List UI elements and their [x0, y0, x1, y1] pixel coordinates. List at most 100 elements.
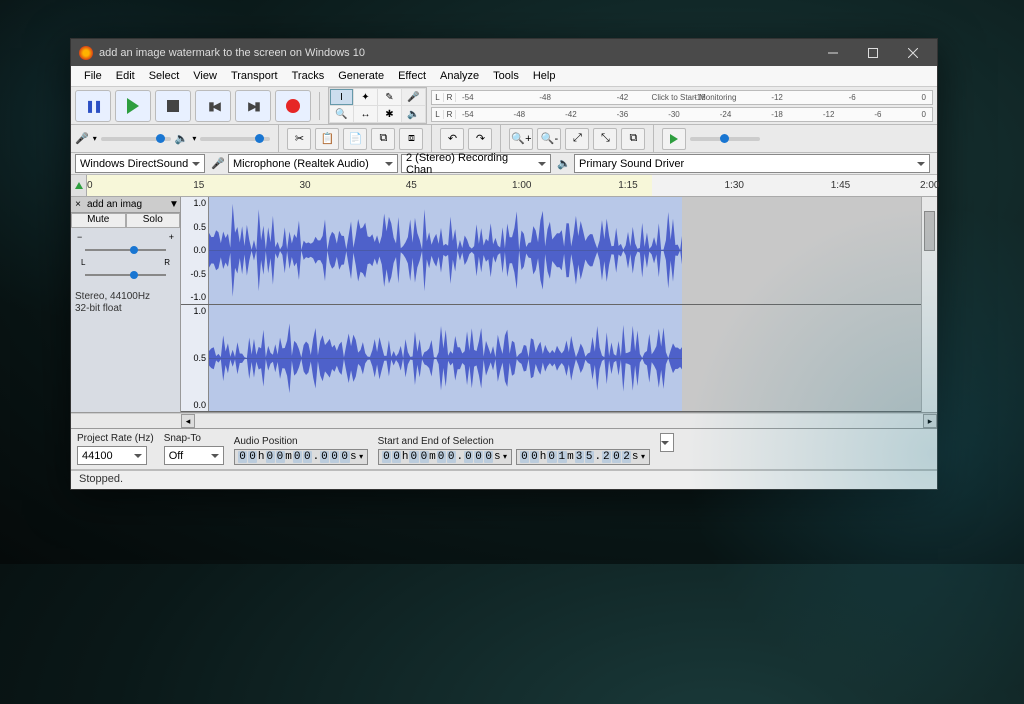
pan-slider[interactable]	[77, 270, 174, 280]
mic-icon: 🎤	[75, 132, 89, 145]
amplitude-scale[interactable]: 1.0 0.5 0.0 -0.5 -1.0	[181, 197, 209, 304]
meter-monitor-message[interactable]: Click to Start Monitoring	[652, 93, 737, 102]
selection-range-label: Start and End of Selection	[378, 436, 650, 447]
recording-meter[interactable]: L R -54 -48 -42 Click to Start Monitorin…	[431, 90, 933, 105]
record-icon	[286, 99, 300, 113]
play-at-speed-button[interactable]	[662, 128, 686, 150]
pause-button[interactable]	[75, 90, 111, 122]
app-icon	[79, 46, 93, 60]
track-control-panel: × add an imag ▼ Mute Solo −+ LR Stereo, …	[71, 197, 181, 412]
undo-button[interactable]: ↶	[440, 128, 464, 150]
play-button[interactable]	[115, 90, 151, 122]
mute-button[interactable]: Mute	[71, 213, 126, 228]
transport-toolbar: I ✦ ✎ 🎤 🔍 ↔ ✱ 🔈 L R -54 -48 -42 Click to…	[71, 87, 937, 125]
menu-analyze[interactable]: Analyze	[433, 68, 486, 84]
menu-view[interactable]: View	[186, 68, 224, 84]
selection-mode-select[interactable]	[660, 433, 674, 452]
trim-button[interactable]: ⧉	[371, 128, 395, 150]
timeshift-tool[interactable]: ↔	[354, 106, 377, 122]
close-button[interactable]	[893, 39, 933, 66]
zoom-tool[interactable]: 🔍	[330, 106, 353, 122]
gain-slider[interactable]	[77, 245, 174, 255]
audio-position-label: Audio Position	[234, 436, 368, 447]
skip-start-icon	[208, 99, 218, 113]
play-meter-spk-icon: 🔈	[402, 106, 425, 122]
audio-host-select[interactable]: Windows DirectSound	[75, 154, 205, 173]
channel-left[interactable]: 1.0 0.5 0.0 -0.5 -1.0	[181, 197, 921, 305]
recording-device-select[interactable]: Microphone (Realtek Audio)	[228, 154, 398, 173]
menu-tools[interactable]: Tools	[486, 68, 526, 84]
menu-effect[interactable]: Effect	[391, 68, 433, 84]
project-rate-select[interactable]: 44100	[77, 446, 147, 465]
playback-device-select[interactable]: Primary Sound Driver	[574, 154, 930, 173]
status-text: Stopped.	[79, 473, 123, 485]
play-at-speed-icon	[670, 134, 678, 144]
horizontal-scrollbar[interactable]: ◂▸	[71, 413, 937, 429]
stop-icon	[167, 100, 179, 112]
redo-button[interactable]: ↷	[468, 128, 492, 150]
record-button[interactable]	[275, 90, 311, 122]
mic-icon: 🎤	[210, 157, 226, 170]
silence-button[interactable]: ⧈	[399, 128, 423, 150]
tools-cluster: I ✦ ✎ 🎤 🔍 ↔ ✱ 🔈	[328, 87, 427, 124]
zoom-toggle-button[interactable]: ⧉	[621, 128, 645, 150]
zoom-out-button[interactable]: 🔍-	[537, 128, 561, 150]
track-close-button[interactable]: ×	[71, 199, 85, 210]
project-rate-label: Project Rate (Hz)	[77, 433, 154, 444]
menu-transport[interactable]: Transport	[224, 68, 285, 84]
tracks-area: × add an imag ▼ Mute Solo −+ LR Stereo, …	[71, 197, 937, 413]
skip-start-button[interactable]	[195, 90, 231, 122]
paste-button[interactable]: 📄	[343, 128, 367, 150]
waveform-area[interactable]: 1.0 0.5 0.0 -0.5 -1.0 1.0 0.5	[181, 197, 921, 412]
copy-button[interactable]: 📋	[315, 128, 339, 150]
track-name[interactable]: add an imag	[85, 199, 168, 210]
zoom-selection-button[interactable]: ⤢	[565, 128, 589, 150]
maximize-button[interactable]	[853, 39, 893, 66]
menu-file[interactable]: File	[77, 68, 109, 84]
skip-end-icon	[248, 99, 258, 113]
play-speed-slider[interactable]	[690, 137, 760, 141]
draw-tool[interactable]: ✎	[378, 89, 401, 105]
envelope-tool[interactable]: ✦	[354, 89, 377, 105]
recording-channels-select[interactable]: 2 (Stereo) Recording Chan	[401, 154, 551, 173]
edit-toolbar: 🎤▾ 🔈▾ ✂ 📋 📄 ⧉ ⧈ ↶ ↷ 🔍+ 🔍- ⤢ ⤡ ⧉	[71, 125, 937, 153]
menu-help[interactable]: Help	[526, 68, 563, 84]
rec-meter-mic-icon: 🎤	[402, 89, 425, 105]
snap-to-select[interactable]: Off	[164, 446, 224, 465]
zoom-fit-button[interactable]: ⤡	[593, 128, 617, 150]
multi-tool[interactable]: ✱	[378, 106, 401, 122]
menu-tracks[interactable]: Tracks	[285, 68, 332, 84]
track-format-info: Stereo, 44100Hz 32-bit float	[71, 287, 180, 319]
cut-button[interactable]: ✂	[287, 128, 311, 150]
menu-select[interactable]: Select	[142, 68, 187, 84]
selection-start-field[interactable]: 00h00m00.000s▾	[378, 449, 512, 465]
snap-to-label: Snap-To	[164, 433, 224, 444]
recording-volume-slider[interactable]	[101, 137, 171, 141]
amplitude-scale[interactable]: 1.0 0.5 0.0	[181, 305, 209, 412]
zoom-in-button[interactable]: 🔍+	[509, 128, 533, 150]
channel-right[interactable]: 1.0 0.5 0.0	[181, 305, 921, 413]
selection-tool[interactable]: I	[330, 89, 353, 105]
speaker-icon: 🔈	[556, 157, 572, 170]
timeline-ruler[interactable]: 0 15 30 45 1:00 1:15 1:30 1:45 2:00	[71, 175, 937, 197]
playback-meter[interactable]: L R -54 -48 -42 -36 -30 -24 -18 -12 -6 0	[431, 107, 933, 122]
vertical-scrollbar[interactable]	[921, 197, 937, 412]
pin-icon[interactable]	[71, 175, 87, 196]
titlebar[interactable]: add an image watermark to the screen on …	[71, 39, 937, 66]
minimize-button[interactable]	[813, 39, 853, 66]
window-title: add an image watermark to the screen on …	[99, 47, 813, 59]
skip-end-button[interactable]	[235, 90, 271, 122]
menu-edit[interactable]: Edit	[109, 68, 142, 84]
play-icon	[127, 98, 139, 114]
device-toolbar: Windows DirectSound 🎤 Microphone (Realte…	[71, 153, 937, 175]
stop-button[interactable]	[155, 90, 191, 122]
track-menu-button[interactable]: ▼	[168, 199, 180, 210]
speaker-icon: 🔈	[175, 132, 189, 145]
selection-end-field[interactable]: 00h01m35.202s▾	[516, 449, 650, 465]
solo-button[interactable]: Solo	[126, 213, 181, 228]
playback-volume-slider[interactable]	[200, 137, 270, 141]
menu-generate[interactable]: Generate	[331, 68, 391, 84]
audio-position-field[interactable]: 00h00m00.000s▾	[234, 449, 368, 465]
selection-toolbar: Project Rate (Hz) 44100 Snap-To Off Audi…	[71, 429, 937, 470]
status-bar: Stopped.	[71, 470, 937, 489]
